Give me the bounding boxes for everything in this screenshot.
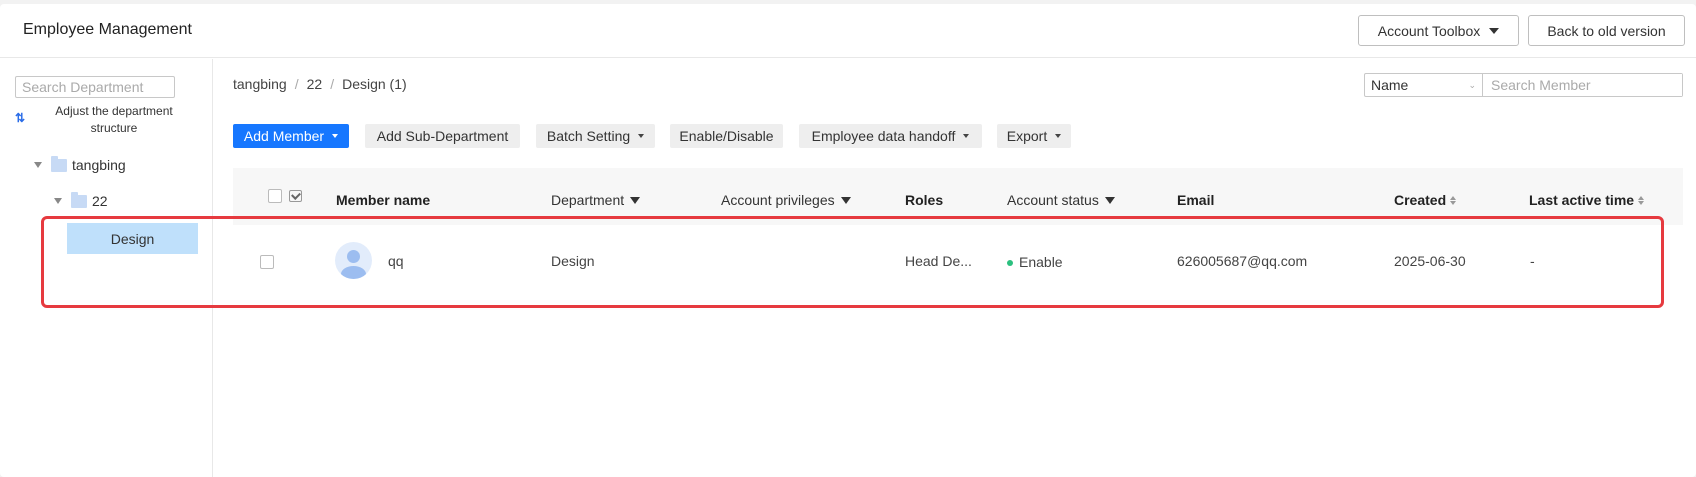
column-label: Roles <box>905 192 944 208</box>
breadcrumb-separator: / <box>330 76 335 92</box>
column-label: Created <box>1394 192 1447 208</box>
roles-cell: Head De... <box>905 253 972 269</box>
account-toolbox-label: Account Toolbox <box>1377 22 1481 39</box>
account-status-cell: Enable <box>1007 254 1063 270</box>
filter-icon[interactable] <box>630 196 641 204</box>
batch-setting-button[interactable]: Batch Setting <box>536 124 655 148</box>
table-row[interactable]: qq Design Head De... Enable 626005687@qq… <box>233 226 1683 300</box>
status-badge: Enable <box>1019 254 1063 270</box>
table-header: Member name Department Account privilege… <box>233 168 1683 225</box>
department-cell: Design <box>551 253 595 269</box>
search-field-select[interactable]: Name ⌄ <box>1365 74 1483 96</box>
page-title: Employee Management <box>23 21 192 38</box>
breadcrumb-item-tangbing[interactable]: tangbing <box>233 76 287 92</box>
caret-down-icon <box>638 134 645 138</box>
multi-select-cell <box>289 190 302 202</box>
department-sidebar: ⇅ Adjust the department structure tangbi… <box>0 59 213 477</box>
column-label: Last active time <box>1529 192 1635 208</box>
batch-setting-label: Batch Setting <box>546 128 631 144</box>
tree-node-label: Design <box>110 230 155 247</box>
employee-data-handoff-button[interactable]: Employee data handoff <box>799 124 982 148</box>
adjust-department-structure-link[interactable]: Adjust the department structure <box>45 103 183 137</box>
created-cell: 2025-06-30 <box>1394 253 1466 269</box>
column-roles: Roles <box>905 192 943 208</box>
column-account-status[interactable]: Account status <box>1007 192 1115 208</box>
status-dot-icon <box>1007 260 1013 267</box>
member-name-cell[interactable]: qq <box>388 253 404 269</box>
column-last-active-time[interactable]: Last active time <box>1529 192 1645 208</box>
sort-icon[interactable] <box>1450 195 1457 205</box>
column-member-name: Member name <box>336 192 430 208</box>
multi-select-icon[interactable] <box>289 190 302 202</box>
breadcrumb-item-22[interactable]: 22 <box>307 76 323 92</box>
column-label: Member name <box>336 192 431 208</box>
caret-down-icon <box>1055 134 1062 138</box>
add-member-label: Add Member <box>243 128 325 144</box>
column-label: Account privileges <box>721 192 835 208</box>
filter-icon[interactable] <box>840 196 851 204</box>
column-created[interactable]: Created <box>1394 192 1457 208</box>
select-all-checkbox[interactable] <box>268 189 282 203</box>
add-member-button[interactable]: Add Member <box>233 124 349 148</box>
avatar[interactable] <box>335 242 372 279</box>
column-label: Department <box>551 192 625 208</box>
expand-arrow-icon[interactable] <box>34 162 42 168</box>
folder-icon <box>51 155 67 172</box>
filter-icon[interactable] <box>1104 196 1115 204</box>
export-button[interactable]: Export <box>997 124 1071 148</box>
caret-down-icon <box>963 134 970 138</box>
tree-node-label: 22 <box>92 193 108 209</box>
column-label: Email <box>1177 192 1215 208</box>
member-search-group: Name ⌄ <box>1364 73 1683 97</box>
expand-arrow-icon[interactable] <box>54 198 62 204</box>
caret-down-icon <box>1489 27 1500 34</box>
add-sub-department-button[interactable]: Add Sub-Department <box>365 124 520 148</box>
select-all-checkbox-cell <box>268 189 282 203</box>
breadcrumb-separator: / <box>294 76 299 92</box>
tree-node-tangbing[interactable]: tangbing <box>34 155 126 173</box>
employee-management-app: Employee Management Account Toolbox Back… <box>0 4 1696 477</box>
search-department-input[interactable] <box>15 76 175 98</box>
column-email: Email <box>1177 192 1214 208</box>
column-department[interactable]: Department <box>551 192 641 208</box>
account-toolbox-button[interactable]: Account Toolbox <box>1358 15 1519 46</box>
employee-data-handoff-label: Employee data handoff <box>811 128 956 144</box>
caret-down-icon <box>332 134 339 138</box>
chevron-down-icon: ⌄ <box>1468 79 1476 90</box>
breadcrumb-item-current: Design (1) <box>342 76 407 92</box>
column-label: Account status <box>1007 192 1099 208</box>
tree-node-22[interactable]: 22 <box>54 191 108 209</box>
breadcrumb: tangbing / 22 / Design (1) <box>233 76 407 92</box>
folder-icon <box>71 191 87 208</box>
export-label: Export <box>1006 128 1048 144</box>
row-checkbox[interactable] <box>260 255 274 269</box>
header: Employee Management Account Toolbox Back… <box>0 4 1696 58</box>
email-cell: 626005687@qq.com <box>1177 253 1308 269</box>
tree-node-design-selected[interactable]: Design <box>67 223 198 254</box>
search-member-input[interactable] <box>1483 74 1682 96</box>
avatar-body <box>341 266 366 279</box>
swap-arrows-icon[interactable]: ⇅ <box>15 111 25 125</box>
last-active-time-cell: - <box>1530 253 1535 269</box>
column-account-privileges[interactable]: Account privileges <box>721 192 851 208</box>
enable-disable-button[interactable]: Enable/Disable <box>670 124 783 148</box>
avatar-head <box>347 250 360 263</box>
tree-node-label: tangbing <box>72 157 126 173</box>
search-field-value: Name <box>1371 77 1409 93</box>
sort-icon[interactable] <box>1638 195 1645 205</box>
back-to-old-version-button[interactable]: Back to old version <box>1528 15 1685 46</box>
